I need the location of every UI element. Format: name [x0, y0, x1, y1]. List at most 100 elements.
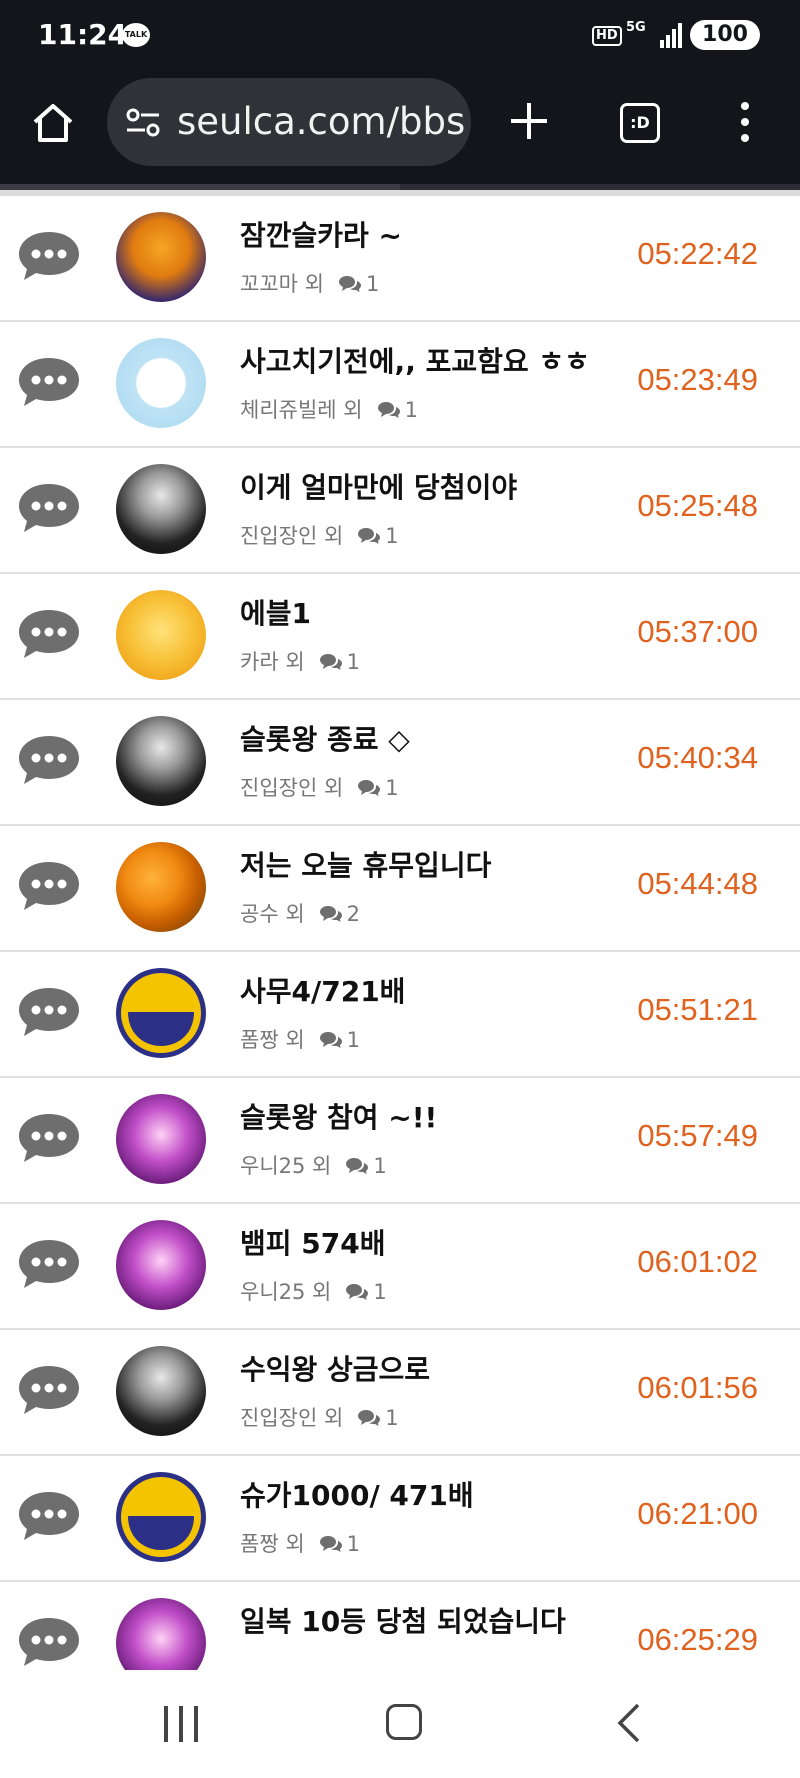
signal-icon: [660, 22, 684, 48]
avatar[interactable]: [116, 842, 206, 932]
chat-bubble-icon: [19, 610, 79, 658]
post-title[interactable]: 사고치기전에,, 포교함요 ㅎㅎ: [240, 340, 590, 380]
post-meta: 진입장인 외 1: [240, 772, 399, 802]
comment-count: 1: [385, 524, 399, 548]
post-row[interactable]: 저는 오늘 휴무입니다공수 외 2 05:44:48: [0, 826, 800, 952]
post-row[interactable]: 에블1 카라 외 1 05:37:00: [0, 574, 800, 700]
chat-bubble-icon: [19, 862, 79, 910]
post-author: 폼짱 외: [240, 1028, 305, 1052]
post-meta: 체리쥬빌레 외 1: [240, 394, 418, 424]
comment-count: 1: [385, 776, 399, 800]
post-row[interactable]: 이게 얼마만에 당첨이야 진입장인 외 1 05:25:48: [0, 448, 800, 574]
browser-toolbar: seulca.com/bbs :D: [0, 70, 800, 184]
avatar[interactable]: [116, 716, 206, 806]
post-row[interactable]: 사고치기전에,, 포교함요 ㅎㅎ 체리쥬빌레 외 1 05:23:49: [0, 322, 800, 448]
post-time: 05:40:34: [637, 740, 758, 775]
avatar[interactable]: [116, 338, 206, 428]
home-icon[interactable]: [30, 100, 76, 146]
post-meta: 공수 외 2: [240, 898, 360, 928]
kakaotalk-notification-icon: TALK: [122, 23, 150, 47]
url-bar[interactable]: seulca.com/bbs: [107, 78, 471, 166]
post-title[interactable]: 슬롯왕 참여 ~!!: [240, 1096, 437, 1136]
comment-icon: [338, 276, 361, 292]
chat-bubble-icon: [19, 358, 79, 406]
post-list: 잠깐슬카라 ~ 꼬꼬마 외 1 05:22:42 사고치기전에,, 포교함요 ㅎㅎ 체리쥬…: [0, 196, 800, 1670]
comment-count: 2: [346, 902, 361, 926]
post-meta: 폼짱 외 1: [240, 1528, 360, 1558]
post-time: 06:01:02: [637, 1244, 758, 1279]
chat-bubble-icon: [19, 1114, 79, 1162]
avatar[interactable]: [116, 968, 206, 1058]
avatar[interactable]: [116, 212, 206, 302]
avatar[interactable]: [116, 1472, 206, 1562]
avatar[interactable]: [116, 590, 206, 680]
tune-icon[interactable]: [125, 106, 161, 138]
comment-count: 1: [385, 1406, 399, 1430]
chat-bubble-icon: [19, 1618, 79, 1666]
tab-switcher-button[interactable]: :D: [620, 103, 660, 143]
comment-count: 1: [373, 1280, 387, 1304]
hd-voice-icon: HD: [592, 26, 622, 46]
post-row[interactable]: 슬롯왕 참여 ~!! 우니25 외 1 05:57:49: [0, 1078, 800, 1204]
post-title[interactable]: 사무4/721배: [240, 970, 405, 1010]
chat-bubble-icon: [19, 232, 79, 280]
post-meta: 꼬꼬마 외 1: [240, 268, 379, 298]
post-row[interactable]: 슬롯왕 종료 ◇ 진입장인 외 1 05:40:34: [0, 700, 800, 826]
chat-bubble-icon: [19, 1240, 79, 1288]
post-time: 05:22:42: [637, 236, 758, 271]
post-row[interactable]: 뱀피 574배우니25 외 1 06:01:02: [0, 1204, 800, 1330]
post-time: 05:23:49: [637, 362, 758, 397]
post-title[interactable]: 뱀피 574배: [240, 1222, 385, 1262]
comment-count: 1: [404, 398, 418, 422]
avatar[interactable]: [116, 1598, 206, 1670]
post-author: 체리쥬빌레 외: [240, 398, 363, 422]
post-title[interactable]: 에블1: [240, 592, 311, 632]
comment-count: 1: [373, 1154, 387, 1178]
comment-count: 1: [346, 650, 361, 674]
avatar[interactable]: [116, 1220, 206, 1310]
comment-icon: [346, 1284, 369, 1300]
url-text[interactable]: seulca.com/bbs: [177, 98, 465, 146]
chat-bubble-icon: [19, 1492, 79, 1540]
post-time: 05:57:49: [637, 1118, 758, 1153]
post-time: 05:44:48: [637, 866, 758, 901]
post-title[interactable]: 슈가1000/ 471배: [240, 1474, 474, 1514]
post-row[interactable]: 잠깐슬카라 ~ 꼬꼬마 외 1 05:22:42: [0, 196, 800, 322]
plus-icon[interactable]: [508, 100, 550, 142]
back-icon[interactable]: [614, 1702, 644, 1744]
post-meta: 우니25 외 1: [240, 1150, 387, 1180]
post-author: 우니25 외: [240, 1280, 332, 1304]
post-meta: 진입장인 외 1: [240, 520, 399, 550]
post-row[interactable]: 일복 10등 당첨 되었습니다 06:25:29: [0, 1582, 800, 1670]
post-title[interactable]: 일복 10등 당첨 되었습니다: [240, 1600, 566, 1640]
post-author: 카라 외: [240, 650, 305, 674]
post-author: 우니25 외: [240, 1154, 332, 1178]
comment-count: 1: [365, 272, 380, 296]
post-row[interactable]: 수익왕 상금으로 진입장인 외 1 06:01:56: [0, 1330, 800, 1456]
comment-icon: [358, 780, 381, 796]
post-row[interactable]: 사무4/721배 폼짱 외 1 05:51:21: [0, 952, 800, 1078]
more-vert-icon[interactable]: [738, 102, 752, 142]
post-title[interactable]: 저는 오늘 휴무입니다: [240, 844, 491, 884]
post-time: 05:51:21: [637, 992, 758, 1027]
post-title[interactable]: 잠깐슬카라 ~: [240, 214, 402, 254]
home-button-icon[interactable]: [386, 1704, 422, 1740]
post-title[interactable]: 슬롯왕 종료 ◇: [240, 718, 410, 758]
comment-icon: [319, 1536, 342, 1552]
battery-icon: 100: [690, 20, 760, 50]
post-meta: 카라 외 1: [240, 646, 360, 676]
navigation-bar: [0, 1670, 800, 1778]
post-title[interactable]: 이게 얼마만에 당첨이야: [240, 466, 517, 506]
post-title[interactable]: 수익왕 상금으로: [240, 1348, 430, 1388]
avatar[interactable]: [116, 464, 206, 554]
post-time: 05:37:00: [637, 614, 758, 649]
avatar[interactable]: [116, 1346, 206, 1436]
network-type-icon: 5G: [626, 20, 646, 35]
avatar[interactable]: [116, 1094, 206, 1184]
comment-icon: [319, 654, 342, 670]
recent-apps-icon[interactable]: [162, 1706, 200, 1742]
chat-bubble-icon: [19, 736, 79, 784]
post-author: 공수 외: [240, 902, 305, 926]
post-row[interactable]: 슈가1000/ 471배 폼짱 외 1 06:21:00: [0, 1456, 800, 1582]
status-bar: 11:24 TALK HD 5G 100: [0, 0, 800, 70]
